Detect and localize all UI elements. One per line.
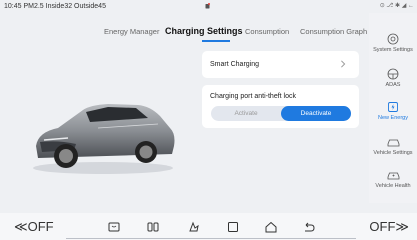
back-icon[interactable] xyxy=(302,220,316,234)
sidebar-item-vehicle-settings[interactable]: Vehicle Settings xyxy=(369,137,417,167)
fan-icon[interactable] xyxy=(187,220,201,234)
deactivate-button[interactable]: Deactivate xyxy=(281,106,351,121)
status-text: 10:45 PM2.5 Inside32 Outside45 xyxy=(4,3,106,10)
sidebar-item-label: Vehicle Health xyxy=(375,183,411,189)
rear-defrost-icon[interactable] xyxy=(146,220,160,234)
sidebar-item-vehicle-health[interactable]: Vehicle Health xyxy=(369,170,417,200)
tab-energy-manager[interactable]: Energy Manager xyxy=(104,27,159,36)
dock-divider xyxy=(66,238,356,239)
square-icon[interactable] xyxy=(226,220,240,234)
tab-consumption-graph[interactable]: Consumption Graph xyxy=(300,27,367,36)
car-icon xyxy=(387,139,399,147)
sidebar: System Settings ADAS New Energy Vehicle … xyxy=(369,13,417,203)
sidebar-item-label: System Settings xyxy=(373,47,413,53)
sidebar-item-adas[interactable]: ADAS xyxy=(369,68,417,98)
sidebar-item-label: New Energy xyxy=(378,115,408,121)
status-icons: ⊙ ⎇ ✱ ◢ ← xyxy=(379,3,414,9)
antitheft-segmented-control: Activate Deactivate xyxy=(211,106,351,121)
battery-energy-icon xyxy=(388,102,398,112)
sidebar-item-label: Vehicle Settings xyxy=(373,150,413,156)
smart-charging-card[interactable]: Smart Charging xyxy=(202,51,359,78)
active-tab-indicator xyxy=(202,40,230,42)
notification-icon xyxy=(205,3,210,9)
left-temp-control[interactable]: ≪OFF xyxy=(14,219,54,235)
left-temp-arrow-icon: ≪ xyxy=(14,219,28,234)
right-temp-control[interactable]: OFF≫ xyxy=(369,219,409,235)
antitheft-lock-card: Charging port anti-theft lock Activate D… xyxy=(202,85,359,128)
car-image xyxy=(33,104,175,174)
tab-consumption[interactable]: Consumption xyxy=(245,27,289,36)
tab-bar: Energy Manager Charging Settings Consump… xyxy=(0,26,417,43)
tab-charging-settings[interactable]: Charging Settings xyxy=(165,26,243,36)
bottom-bar: ≪OFF OFF≫ xyxy=(0,213,417,240)
left-temp-value: OFF xyxy=(27,219,54,234)
car-health-icon xyxy=(387,172,399,180)
right-temp-arrow-icon: ≫ xyxy=(395,219,409,234)
antitheft-lock-label: Charging port anti-theft lock xyxy=(210,93,296,100)
right-temp-value: OFF xyxy=(369,219,396,234)
sidebar-item-new-energy[interactable]: New Energy xyxy=(369,101,417,131)
settings-icon xyxy=(387,33,399,45)
sidebar-item-label: ADAS xyxy=(385,82,401,88)
sidebar-item-system-settings[interactable]: System Settings xyxy=(369,33,417,63)
smart-charging-label: Smart Charging xyxy=(210,61,260,68)
chevron-right-icon xyxy=(341,60,346,68)
seat-heat-icon[interactable] xyxy=(107,220,121,234)
home-icon[interactable] xyxy=(264,220,278,234)
steering-wheel-icon xyxy=(387,68,399,80)
activate-button[interactable]: Activate xyxy=(211,106,281,121)
